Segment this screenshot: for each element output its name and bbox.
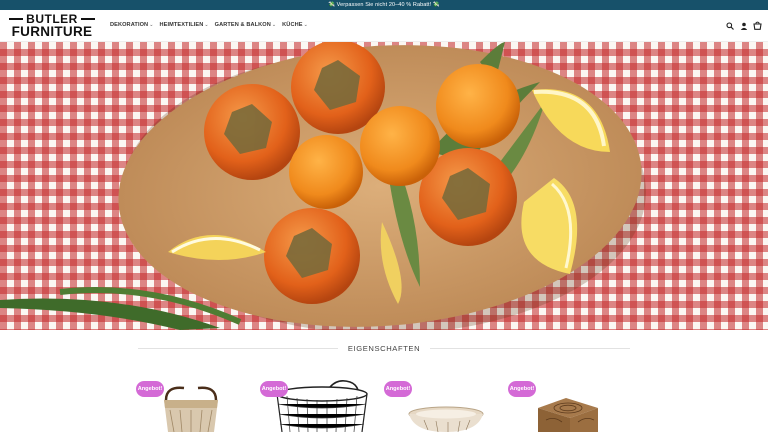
product-card[interactable]: Angebot! xyxy=(508,378,618,432)
search-icon[interactable] xyxy=(725,21,734,30)
nav-item-garten-balkon[interactable]: GARTEN & BALKON ⌄ xyxy=(215,22,277,28)
announcement-bar: 💸 Verpassen Sie nicht 20–40 % Rabatt! 💸 xyxy=(0,0,768,10)
sale-badge: Angebot! xyxy=(508,381,536,397)
sale-badge: Angebot! xyxy=(260,381,288,397)
main-nav: DEKORATION ⌄ HEIMTEXTILIEN ⌄ GARTEN & BALK… xyxy=(110,22,308,28)
section-header-features: EIGENSCHAFTEN xyxy=(138,342,631,354)
product-grid: Angebot! Angebot! Angebot! Angebot! xyxy=(136,378,636,432)
sale-badge: Angebot! xyxy=(384,381,412,397)
chevron-down-icon: ⌄ xyxy=(303,22,308,28)
header-icons xyxy=(725,21,762,30)
account-icon[interactable] xyxy=(739,21,748,30)
divider xyxy=(430,347,631,349)
logo-text-line2: FURNITURE xyxy=(11,24,93,39)
product-card[interactable]: Angebot! xyxy=(384,378,494,432)
nav-item-heimtextilien[interactable]: HEIMTEXTILIEN ⌄ xyxy=(159,22,208,28)
nav-label: KÜCHE xyxy=(282,22,303,28)
product-card[interactable]: Angebot! xyxy=(136,378,246,432)
nav-label: DEKORATION xyxy=(110,22,149,28)
nav-label: GARTEN & BALKON xyxy=(214,22,271,28)
site-logo[interactable]: BUTLER FURNITURE xyxy=(8,12,96,39)
divider xyxy=(138,347,338,349)
chevron-down-icon: ⌄ xyxy=(271,22,277,28)
site-header: BUTLER FURNITURE DEKORATION ⌄ HEIMTEXTILI… xyxy=(0,10,768,42)
chevron-down-icon: ⌄ xyxy=(149,22,154,28)
cart-icon[interactable] xyxy=(753,21,762,30)
section-title: EIGENSCHAFTEN xyxy=(347,343,421,353)
nav-label: HEIMTEXTILIEN xyxy=(159,22,204,28)
chevron-down-icon: ⌄ xyxy=(204,22,209,28)
product-card[interactable]: Angebot! xyxy=(260,378,370,432)
sale-badge: Angebot! xyxy=(136,381,164,397)
announcement-text: 💸 Verpassen Sie nicht 20–40 % Rabatt! 💸 xyxy=(328,2,440,8)
hero-banner-image[interactable] xyxy=(0,42,768,330)
nav-item-dekoration[interactable]: DEKORATION ⌄ xyxy=(110,22,153,28)
nav-item-kueche[interactable]: KÜCHE ⌄ xyxy=(282,22,308,28)
